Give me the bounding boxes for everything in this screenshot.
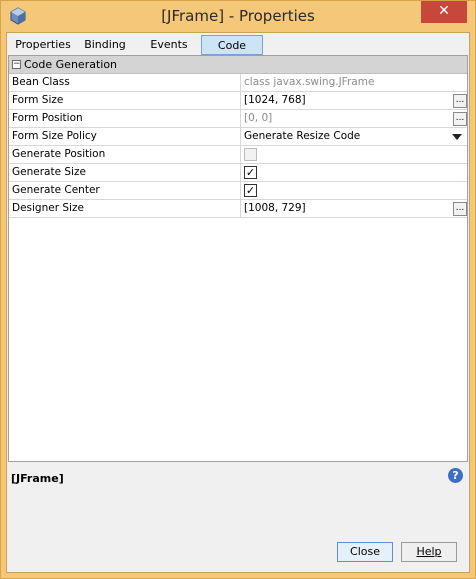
title-bar[interactable]: [JFrame] - Properties ✕ [1,1,475,32]
column-divider [240,110,241,128]
property-name: Bean Class [12,76,70,88]
help-icon[interactable]: ? [448,468,463,483]
close-icon: ✕ [438,3,450,19]
property-row-generate-size[interactable]: Generate Size ✓ [9,164,467,182]
edit-form-size-button[interactable]: ... [453,94,467,108]
category-code-generation[interactable]: − Code Generation [9,56,467,74]
collapse-icon[interactable]: − [12,60,21,69]
property-row-bean-class: Bean Class class javax.swing.JFrame [9,74,467,92]
tab-binding[interactable]: Binding [80,35,130,55]
description-panel: [JFrame] ? [8,461,468,571]
column-divider [240,92,241,110]
column-divider [240,146,241,164]
description-title: [JFrame] [11,472,64,485]
tab-code[interactable]: Code [201,35,263,55]
property-value: class javax.swing.JFrame [244,76,375,88]
property-row-form-position[interactable]: Form Position [0, 0] ... [9,110,467,128]
edit-designer-size-button[interactable]: ... [453,202,467,216]
property-name: Form Size [12,94,64,106]
property-row-generate-center[interactable]: Generate Center ✓ [9,182,467,200]
generate-size-checkbox[interactable]: ✓ [244,166,257,179]
property-sheet: − Code Generation Bean Class class javax… [8,55,468,492]
column-divider [240,128,241,146]
dialog-body: Properties Binding Events Code − Code Ge… [6,32,470,573]
property-value[interactable]: [1008, 729] [244,202,306,214]
property-row-form-size-policy[interactable]: Form Size Policy Generate Resize Code [9,128,467,146]
property-name: Generate Center [12,184,100,196]
column-divider [240,164,241,182]
property-name: Generate Position [12,148,106,160]
property-row-designer-size[interactable]: Designer Size [1008, 729] ... [9,200,467,218]
column-divider [240,200,241,218]
property-row-generate-position: Generate Position [9,146,467,164]
column-divider [240,74,241,92]
property-name: Form Size Policy [12,130,97,142]
edit-form-position-button[interactable]: ... [453,112,467,126]
window-close-button[interactable]: ✕ [421,1,467,23]
window-title: [JFrame] - Properties [161,7,315,25]
category-label: Code Generation [24,58,118,71]
tab-strip: Properties Binding Events Code [8,34,468,56]
property-row-form-size[interactable]: Form Size [1024, 768] ... [9,92,467,110]
form-size-policy-select[interactable]: Generate Resize Code [244,130,360,142]
property-name: Form Position [12,112,83,124]
property-value: [0, 0] [244,112,273,124]
close-button[interactable]: Close [337,542,393,562]
help-button[interactable]: Help [401,542,457,562]
chevron-down-icon[interactable] [452,134,462,140]
generate-center-checkbox[interactable]: ✓ [244,184,257,197]
generate-position-checkbox [244,148,257,161]
property-name: Generate Size [12,166,86,178]
tab-properties[interactable]: Properties [14,35,72,55]
tab-events[interactable]: Events [144,35,194,55]
properties-window: [JFrame] - Properties ✕ Properties Bindi… [0,0,476,579]
column-divider [240,182,241,200]
property-value[interactable]: [1024, 768] [244,94,306,106]
property-name: Designer Size [12,202,84,214]
